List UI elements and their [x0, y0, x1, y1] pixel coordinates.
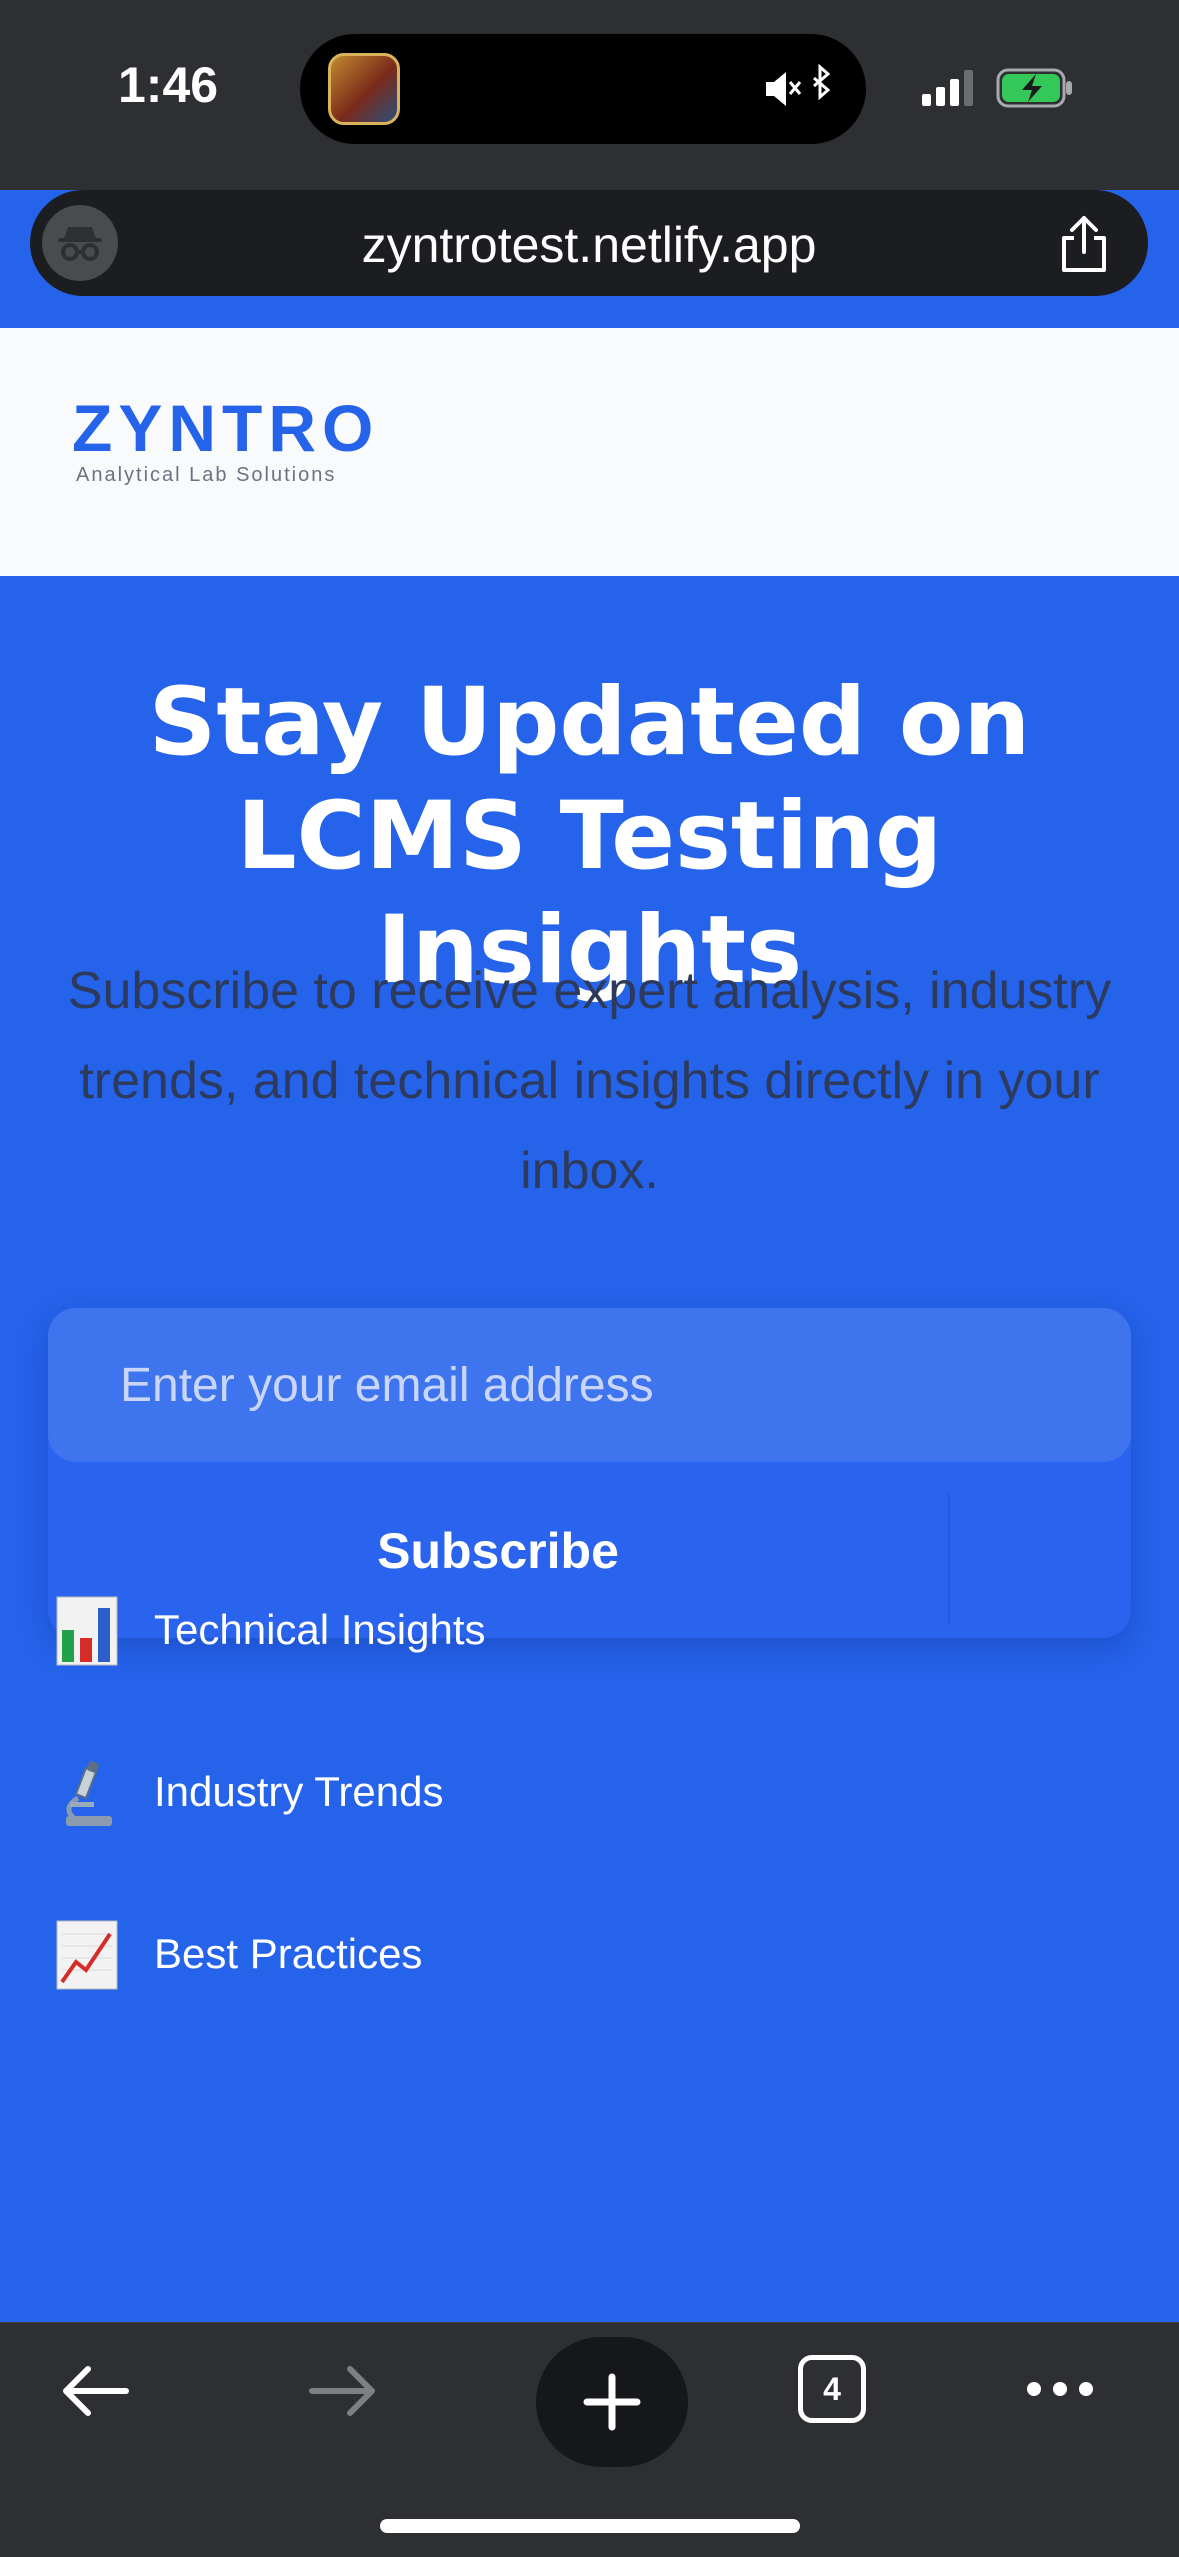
feature-item: Industry Trends: [56, 1754, 956, 1834]
back-icon[interactable]: [58, 2363, 132, 2419]
feature-label: Technical Insights: [154, 1606, 486, 1653]
more-icon[interactable]: [1024, 2379, 1096, 2399]
new-tab-icon: [583, 2373, 641, 2431]
tabs-button[interactable]: 4: [798, 2355, 866, 2423]
dynamic-island: [300, 34, 866, 144]
bar-chart-icon: [56, 1596, 118, 1666]
address-bar[interactable]: zyntrotest.netlify.app: [30, 190, 1148, 296]
feature-item: Best Practices: [56, 1916, 956, 1996]
feature-item: Technical Insights: [56, 1592, 956, 1672]
trend-chart-icon: [56, 1920, 118, 1990]
newsletter-section: Stay Updated on LCMS Testing Insights Su…: [0, 576, 1179, 2322]
status-bar: 1:46: [0, 0, 1179, 190]
site-header: ZYNTRO Analytical Lab Solutions: [0, 328, 1179, 576]
new-tab-button[interactable]: [536, 2337, 688, 2467]
microscope-icon: [66, 1761, 112, 1826]
forward-icon[interactable]: [306, 2363, 380, 2419]
site-tagline: Analytical Lab Solutions: [76, 464, 337, 486]
site-logo[interactable]: ZYNTRO: [72, 390, 379, 466]
hero-subtext: Subscribe to receive expert analysis, in…: [67, 962, 1112, 1200]
feature-label: Industry Trends: [154, 1768, 444, 1815]
home-indicator: [380, 2519, 800, 2533]
feature-label: Best Practices: [154, 1930, 423, 1977]
status-time: 1:46: [118, 57, 219, 113]
email-input[interactable]: [48, 1308, 1131, 1462]
share-icon[interactable]: [1056, 214, 1112, 274]
signal-icon: [922, 70, 973, 106]
url-text[interactable]: zyntrotest.netlify.app: [30, 216, 1148, 274]
app-icon: [328, 53, 400, 125]
battery-charging-icon: [996, 68, 1072, 108]
mute-bluetooth-icon: [766, 64, 831, 106]
subscribe-form: Subscribe: [48, 1308, 1131, 1638]
